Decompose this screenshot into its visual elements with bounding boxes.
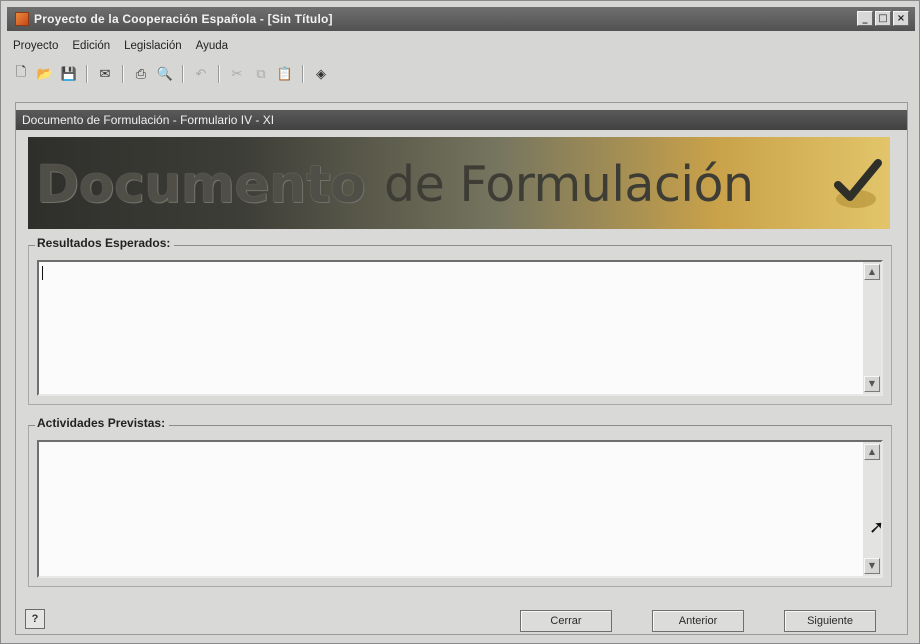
resultados-label: Resultados Esperados: [35,236,175,250]
menu-proyecto[interactable]: Proyecto [11,40,60,52]
title-bar: Proyecto de la Cooperación Española - [S… [7,7,915,31]
resultados-group: Resultados Esperados: ▲ ▼ [28,236,892,405]
cut-icon[interactable]: ✂ [227,64,247,84]
banner-title-bold: Documento [36,155,366,215]
menu-legislacion[interactable]: Legislación [122,40,184,52]
resultados-scrollbar[interactable]: ▲ ▼ [863,262,881,394]
undo-icon[interactable]: ↶ [191,64,211,84]
menu-bar: Proyecto Edición Legislación Ayuda [11,36,230,56]
new-document-icon[interactable]: 🗋 [11,64,31,84]
window-controls: _ □ × [857,11,909,26]
scroll-down-icon[interactable]: ▼ [864,558,880,574]
actividades-label: Actividades Previstas: [35,416,170,430]
toolbar-separator [182,65,184,83]
toolbar-separator [86,65,88,83]
resultados-textarea[interactable]: ▲ ▼ [37,260,883,396]
print-preview-icon[interactable]: 🔍 [155,64,175,84]
window-title: Proyecto de la Cooperación Española - [S… [34,12,333,26]
form-panel: Documento de Formulación - Formulario IV… [15,102,908,635]
form-banner: Documento de Formulación [28,137,890,229]
actividades-group: Actividades Previstas: ▲ ▼ [28,416,892,587]
minimize-button[interactable]: _ [857,11,873,26]
help-button[interactable]: ? [25,609,45,629]
open-folder-icon[interactable]: 📂 [35,64,55,84]
app-icon [15,12,29,26]
print-icon[interactable]: ⎙ [131,64,151,84]
siguiente-button[interactable]: Siguiente [784,610,876,632]
close-button[interactable]: × [893,11,909,26]
toolbar-separator [122,65,124,83]
panel-header: Documento de Formulación - Formulario IV… [16,110,907,130]
scroll-up-icon[interactable]: ▲ [864,264,880,280]
actividades-textarea[interactable]: ▲ ▼ [37,440,883,578]
mail-icon[interactable]: ✉ [95,64,115,84]
cerrar-button[interactable]: Cerrar [520,610,612,632]
text-caret [42,266,43,280]
scroll-down-icon[interactable]: ▼ [864,376,880,392]
copy-icon[interactable]: ⧉ [251,64,271,84]
anterior-button[interactable]: Anterior [652,610,744,632]
maximize-button[interactable]: □ [875,11,891,26]
bottom-bar: ? Cerrar Anterior Siguiente [16,601,907,635]
menu-edicion[interactable]: Edición [70,40,112,52]
save-icon[interactable]: 💾 [59,64,79,84]
toolbar-separator [218,65,220,83]
toolbar: 🗋 📂 💾 ✉ ⎙ 🔍 ↶ ✂ ⧉ 📋 ◈ [11,61,331,87]
toolbar-separator [302,65,304,83]
paste-icon[interactable]: 📋 [275,64,295,84]
app-window: Proyecto de la Cooperación Española - [S… [0,0,920,644]
scroll-up-icon[interactable]: ▲ [864,444,880,460]
book-icon[interactable]: ◈ [311,64,331,84]
banner-title-regular: de Formulación [384,156,754,213]
actividades-scrollbar[interactable]: ▲ ▼ [863,442,881,576]
menu-ayuda[interactable]: Ayuda [194,40,230,52]
check-seal-icon [834,159,882,208]
mouse-pointer-icon: ➚ [869,517,885,538]
